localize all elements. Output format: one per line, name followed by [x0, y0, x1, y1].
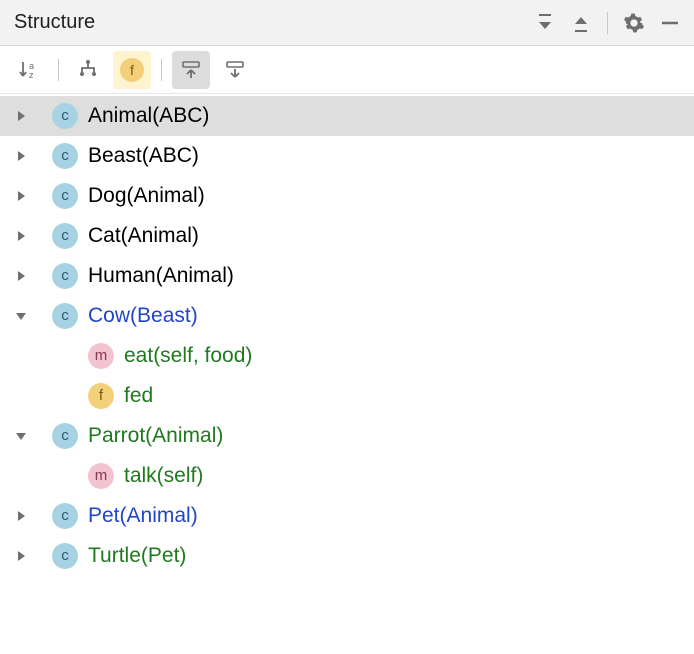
class-icon: c [52, 223, 78, 249]
expand-all-icon[interactable] [531, 9, 559, 37]
method-icon: m [88, 343, 114, 369]
show-fields-button[interactable]: f [113, 51, 151, 89]
tree-item-label: fed [124, 376, 153, 416]
tree-item-label: Cat(Animal) [88, 216, 199, 256]
chevron-right-icon[interactable] [12, 107, 30, 125]
tree-row[interactable]: m eat(self, food) [0, 336, 694, 376]
tree-row[interactable]: c Cow(Beast) [0, 296, 694, 336]
chevron-right-icon[interactable] [12, 187, 30, 205]
tree-item-label: Human(Animal) [88, 256, 234, 296]
header-actions [531, 9, 684, 37]
field-icon: f [88, 383, 114, 409]
chevron-right-icon[interactable] [12, 267, 30, 285]
tree-item-label: Turtle(Pet) [88, 536, 186, 576]
tree-item-label: Animal(ABC) [88, 96, 209, 136]
toolbar: az f [0, 46, 694, 94]
tree-row[interactable]: c Turtle(Pet) [0, 536, 694, 576]
tree-row[interactable]: m talk(self) [0, 456, 694, 496]
tree-row[interactable]: ffed [0, 376, 694, 416]
divider [58, 59, 59, 81]
svg-text:z: z [29, 70, 34, 80]
divider [161, 59, 162, 81]
tree-item-label: Pet(Animal) [88, 496, 198, 536]
divider [607, 12, 608, 34]
class-icon: c [52, 183, 78, 209]
tree-item-label: talk(self) [124, 456, 203, 496]
show-inherited-down-button[interactable] [216, 51, 254, 89]
chevron-right-icon[interactable] [12, 227, 30, 245]
structure-tree: c Animal(ABC) c Beast(ABC) c Dog(Animal) c Cat(… [0, 94, 694, 576]
chevron-right-icon[interactable] [12, 547, 30, 565]
tree-item-label: Cow(Beast) [88, 296, 198, 336]
class-icon: c [52, 543, 78, 569]
class-icon: c [52, 143, 78, 169]
tree-row[interactable]: c Beast(ABC) [0, 136, 694, 176]
tree-row[interactable]: c Cat(Animal) [0, 216, 694, 256]
chevron-right-icon[interactable] [12, 147, 30, 165]
tree-item-label: Dog(Animal) [88, 176, 205, 216]
show-inherited-up-button[interactable] [172, 51, 210, 89]
minimize-icon[interactable] [656, 9, 684, 37]
method-icon: m [88, 463, 114, 489]
class-icon: c [52, 103, 78, 129]
field-badge-icon: f [120, 58, 144, 82]
tree-item-label: Beast(ABC) [88, 136, 199, 176]
class-icon: c [52, 303, 78, 329]
gear-icon[interactable] [620, 9, 648, 37]
chevron-down-icon[interactable] [12, 307, 30, 325]
panel-header: Structure [0, 0, 694, 46]
panel-title: Structure [14, 11, 531, 34]
tree-row[interactable]: c Dog(Animal) [0, 176, 694, 216]
class-icon: c [52, 503, 78, 529]
tree-row[interactable]: c Parrot(Animal) [0, 416, 694, 456]
tree-row[interactable]: c Human(Animal) [0, 256, 694, 296]
sort-alpha-button[interactable]: az [10, 51, 48, 89]
class-icon: c [52, 263, 78, 289]
show-supertypes-button[interactable] [69, 51, 107, 89]
tree-row[interactable]: c Pet(Animal) [0, 496, 694, 536]
tree-item-label: Parrot(Animal) [88, 416, 223, 456]
chevron-right-icon[interactable] [12, 507, 30, 525]
collapse-all-icon[interactable] [567, 9, 595, 37]
chevron-down-icon[interactable] [12, 427, 30, 445]
tree-row[interactable]: c Animal(ABC) [0, 96, 694, 136]
tree-item-label: eat(self, food) [124, 336, 252, 376]
class-icon: c [52, 423, 78, 449]
